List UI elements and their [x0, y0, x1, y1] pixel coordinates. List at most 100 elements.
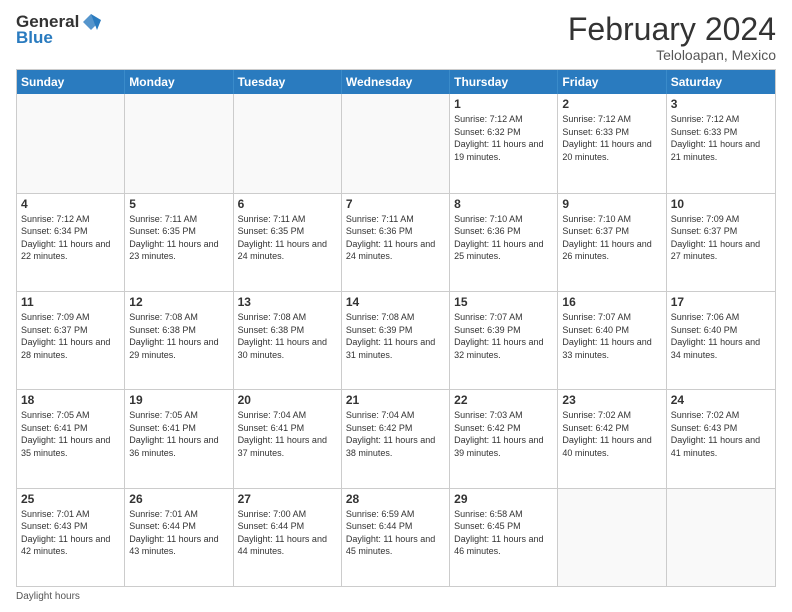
day-number: 21 — [346, 393, 445, 407]
week-row-2: 4 Sunrise: 7:12 AM Sunset: 6:34 PM Daylig… — [17, 193, 775, 291]
day-number: 26 — [129, 492, 228, 506]
header-day-wednesday: Wednesday — [342, 70, 450, 94]
calendar: SundayMondayTuesdayWednesdayThursdayFrid… — [16, 69, 776, 587]
calendar-cell: 1 Sunrise: 7:12 AM Sunset: 6:32 PM Daylig… — [450, 94, 558, 192]
header-day-friday: Friday — [558, 70, 666, 94]
calendar-cell: 16 Sunrise: 7:07 AM Sunset: 6:40 PM Dayli… — [558, 292, 666, 389]
day-info: Sunrise: 7:05 AM Sunset: 6:41 PM Dayligh… — [129, 409, 228, 459]
day-number: 15 — [454, 295, 553, 309]
calendar-cell: 18 Sunrise: 7:05 AM Sunset: 6:41 PM Dayli… — [17, 390, 125, 487]
footer: Daylight hours — [16, 591, 776, 602]
day-info: Sunrise: 7:02 AM Sunset: 6:42 PM Dayligh… — [562, 409, 661, 459]
day-number: 5 — [129, 197, 228, 211]
calendar-cell: 28 Sunrise: 6:59 AM Sunset: 6:44 PM Dayli… — [342, 489, 450, 586]
day-number: 1 — [454, 97, 553, 111]
calendar-cell: 5 Sunrise: 7:11 AM Sunset: 6:35 PM Daylig… — [125, 194, 233, 291]
calendar-cell — [667, 489, 775, 586]
calendar-cell: 3 Sunrise: 7:12 AM Sunset: 6:33 PM Daylig… — [667, 94, 775, 192]
calendar-cell: 10Sunrise: 7:09 AM Sunset: 6:37 PM Dayli… — [667, 194, 775, 291]
title-block: February 2024 Teloloapan, Mexico — [568, 12, 776, 63]
calendar-cell: 4 Sunrise: 7:12 AM Sunset: 6:34 PM Daylig… — [17, 194, 125, 291]
calendar-cell: 24Sunrise: 7:02 AM Sunset: 6:43 PM Dayli… — [667, 390, 775, 487]
footer-text: Daylight hours — [16, 591, 80, 602]
day-number: 13 — [238, 295, 337, 309]
calendar-cell — [125, 94, 233, 192]
day-number: 6 — [238, 197, 337, 211]
day-number: 17 — [671, 295, 771, 309]
logo-blue: Blue — [16, 28, 53, 48]
day-info: Sunrise: 7:10 AM Sunset: 6:36 PM Dayligh… — [454, 213, 553, 263]
day-info: Sunrise: 7:08 AM Sunset: 6:38 PM Dayligh… — [238, 311, 337, 361]
day-number: 16 — [562, 295, 661, 309]
calendar-cell: 21 Sunrise: 7:04 AM Sunset: 6:42 PM Dayli… — [342, 390, 450, 487]
day-number: 18 — [21, 393, 120, 407]
day-number: 14 — [346, 295, 445, 309]
week-row-5: 25 Sunrise: 7:01 AM Sunset: 6:43 PM Dayli… — [17, 488, 775, 586]
day-info: Sunrise: 7:06 AM Sunset: 6:40 PM Dayligh… — [671, 311, 771, 361]
calendar-cell: 8 Sunrise: 7:10 AM Sunset: 6:36 PM Daylig… — [450, 194, 558, 291]
calendar-cell: 26 Sunrise: 7:01 AM Sunset: 6:44 PM Dayli… — [125, 489, 233, 586]
day-info: Sunrise: 7:04 AM Sunset: 6:42 PM Dayligh… — [346, 409, 445, 459]
day-info: Sunrise: 7:12 AM Sunset: 6:32 PM Dayligh… — [454, 113, 553, 163]
day-number: 12 — [129, 295, 228, 309]
logo-icon — [81, 12, 101, 32]
day-number: 27 — [238, 492, 337, 506]
day-info: Sunrise: 7:12 AM Sunset: 6:33 PM Dayligh… — [562, 113, 661, 163]
week-row-4: 18 Sunrise: 7:05 AM Sunset: 6:41 PM Dayli… — [17, 389, 775, 487]
day-info: Sunrise: 7:08 AM Sunset: 6:39 PM Dayligh… — [346, 311, 445, 361]
calendar-title: February 2024 — [568, 12, 776, 47]
calendar-cell: 14 Sunrise: 7:08 AM Sunset: 6:39 PM Dayli… — [342, 292, 450, 389]
day-info: Sunrise: 7:05 AM Sunset: 6:41 PM Dayligh… — [21, 409, 120, 459]
day-number: 28 — [346, 492, 445, 506]
day-number: 24 — [671, 393, 771, 407]
day-number: 9 — [562, 197, 661, 211]
day-info: Sunrise: 7:11 AM Sunset: 6:36 PM Dayligh… — [346, 213, 445, 263]
calendar-cell: 12 Sunrise: 7:08 AM Sunset: 6:38 PM Dayli… — [125, 292, 233, 389]
day-number: 23 — [562, 393, 661, 407]
calendar-cell — [234, 94, 342, 192]
day-info: Sunrise: 7:09 AM Sunset: 6:37 PM Dayligh… — [671, 213, 771, 263]
calendar-cell: 11 Sunrise: 7:09 AM Sunset: 6:37 PM Dayli… — [17, 292, 125, 389]
calendar-cell: 6 Sunrise: 7:11 AM Sunset: 6:35 PM Daylig… — [234, 194, 342, 291]
day-info: Sunrise: 7:01 AM Sunset: 6:44 PM Dayligh… — [129, 508, 228, 558]
day-info: Sunrise: 7:11 AM Sunset: 6:35 PM Dayligh… — [129, 213, 228, 263]
header-day-saturday: Saturday — [667, 70, 775, 94]
calendar-cell: 20 Sunrise: 7:04 AM Sunset: 6:41 PM Dayli… — [234, 390, 342, 487]
day-number: 20 — [238, 393, 337, 407]
calendar-cell: 15 Sunrise: 7:07 AM Sunset: 6:39 PM Dayli… — [450, 292, 558, 389]
day-info: Sunrise: 7:03 AM Sunset: 6:42 PM Dayligh… — [454, 409, 553, 459]
day-info: Sunrise: 7:11 AM Sunset: 6:35 PM Dayligh… — [238, 213, 337, 263]
header-day-tuesday: Tuesday — [234, 70, 342, 94]
day-info: Sunrise: 7:12 AM Sunset: 6:33 PM Dayligh… — [671, 113, 771, 163]
day-info: Sunrise: 6:59 AM Sunset: 6:44 PM Dayligh… — [346, 508, 445, 558]
day-info: Sunrise: 7:07 AM Sunset: 6:40 PM Dayligh… — [562, 311, 661, 361]
calendar-cell — [558, 489, 666, 586]
day-info: Sunrise: 7:08 AM Sunset: 6:38 PM Dayligh… — [129, 311, 228, 361]
calendar-cell: 9 Sunrise: 7:10 AM Sunset: 6:37 PM Daylig… — [558, 194, 666, 291]
calendar-body: 1 Sunrise: 7:12 AM Sunset: 6:32 PM Daylig… — [17, 94, 775, 586]
header-day-thursday: Thursday — [450, 70, 558, 94]
day-info: Sunrise: 6:58 AM Sunset: 6:45 PM Dayligh… — [454, 508, 553, 558]
calendar-cell: 27 Sunrise: 7:00 AM Sunset: 6:44 PM Dayli… — [234, 489, 342, 586]
calendar-cell: 29Sunrise: 6:58 AM Sunset: 6:45 PM Dayli… — [450, 489, 558, 586]
calendar-cell: 25 Sunrise: 7:01 AM Sunset: 6:43 PM Dayli… — [17, 489, 125, 586]
day-number: 25 — [21, 492, 120, 506]
day-number: 4 — [21, 197, 120, 211]
day-info: Sunrise: 7:09 AM Sunset: 6:37 PM Dayligh… — [21, 311, 120, 361]
day-info: Sunrise: 7:00 AM Sunset: 6:44 PM Dayligh… — [238, 508, 337, 558]
day-info: Sunrise: 7:12 AM Sunset: 6:34 PM Dayligh… — [21, 213, 120, 263]
calendar-cell: 2Sunrise: 7:12 AM Sunset: 6:33 PM Daylig… — [558, 94, 666, 192]
header: General Blue February 2024 Teloloapan, M… — [16, 12, 776, 63]
day-info: Sunrise: 7:10 AM Sunset: 6:37 PM Dayligh… — [562, 213, 661, 263]
day-number: 7 — [346, 197, 445, 211]
calendar-cell: 19Sunrise: 7:05 AM Sunset: 6:41 PM Dayli… — [125, 390, 233, 487]
header-day-sunday: Sunday — [17, 70, 125, 94]
day-info: Sunrise: 7:01 AM Sunset: 6:43 PM Dayligh… — [21, 508, 120, 558]
day-number: 11 — [21, 295, 120, 309]
header-day-monday: Monday — [125, 70, 233, 94]
day-number: 8 — [454, 197, 553, 211]
day-number: 3 — [671, 97, 771, 111]
day-info: Sunrise: 7:04 AM Sunset: 6:41 PM Dayligh… — [238, 409, 337, 459]
day-info: Sunrise: 7:07 AM Sunset: 6:39 PM Dayligh… — [454, 311, 553, 361]
calendar-cell: 23 Sunrise: 7:02 AM Sunset: 6:42 PM Dayli… — [558, 390, 666, 487]
